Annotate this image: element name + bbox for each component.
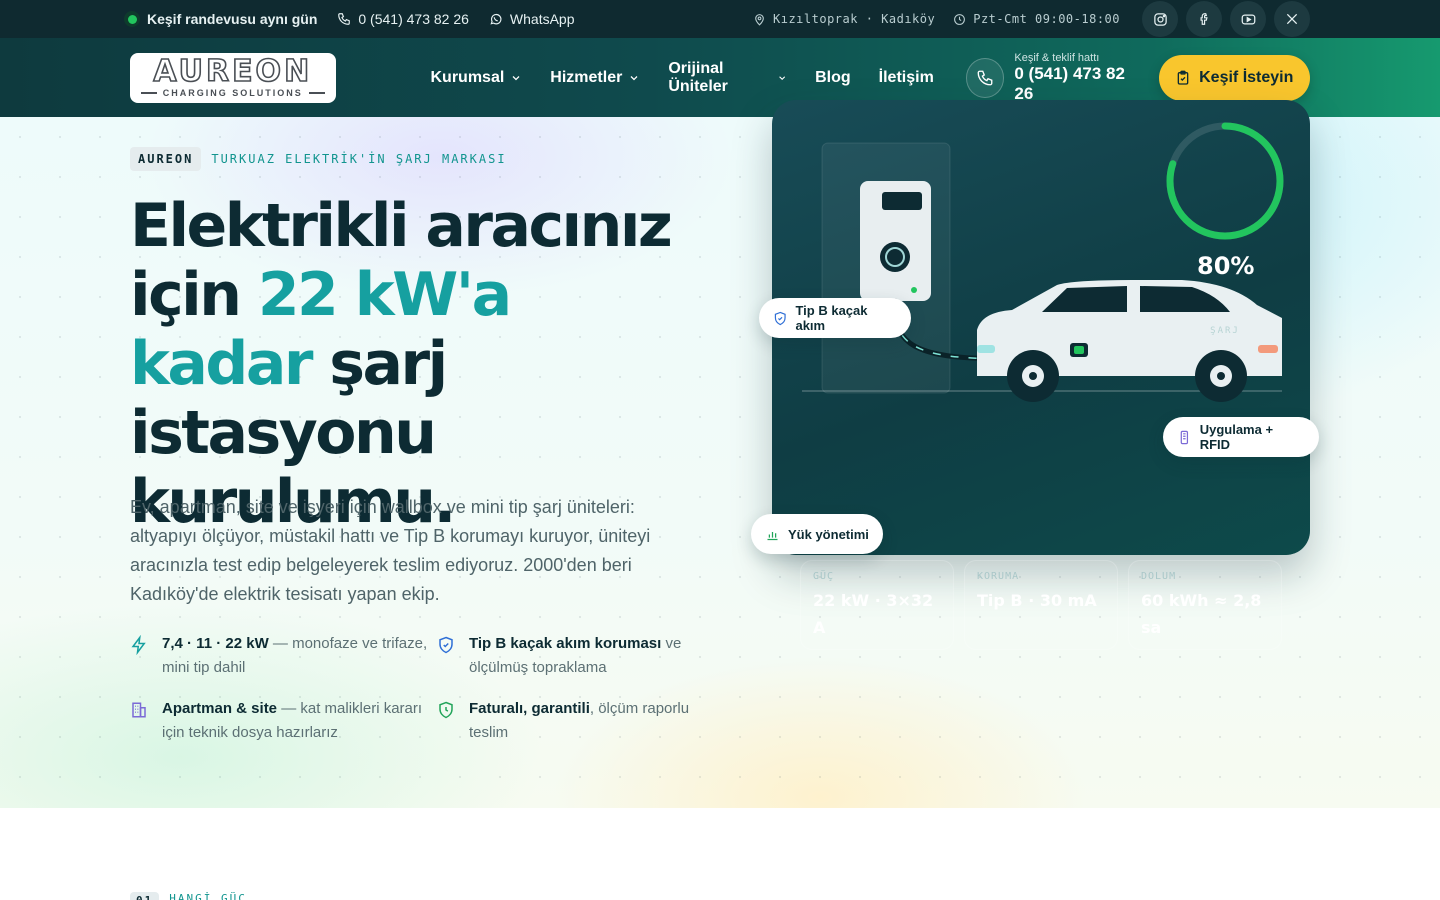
- feature-item: 7,4 · 11 · 22 kW — monofaze ve trifaze, …: [130, 632, 437, 680]
- main-nav: Kurumsal Hizmetler Orijinal Üniteler Blo…: [431, 60, 934, 96]
- top-bar: Keşif randevusu aynı gün 0 (541) 473 82 …: [0, 0, 1440, 38]
- feature-item: Tip B kaçak akım koruması ve ölçülmüş to…: [437, 632, 730, 680]
- nav-item-blog[interactable]: Blog: [815, 60, 851, 96]
- shield-clock-icon: [437, 697, 457, 745]
- feature-list: 7,4 · 11 · 22 kW — monofaze ve trifaze, …: [130, 632, 730, 745]
- nav-item-iletisim[interactable]: İletişim: [879, 60, 934, 96]
- clock-icon: [954, 13, 966, 25]
- header-phone-link[interactable]: Keşif & teklif hattı 0 (541) 473 82 26: [965, 51, 1144, 104]
- chevron-down-icon: [630, 75, 638, 80]
- availability-note: Keşif randevusu aynı gün: [124, 11, 317, 27]
- chevron-down-icon: [778, 75, 785, 80]
- feature-item: Faturalı, garantili, ölçüm raporlu tesli…: [437, 697, 730, 745]
- stat-protection: KORUMA Tip B · 30 mA: [964, 560, 1118, 650]
- location-pin-icon: [755, 13, 764, 26]
- feature-item: Apartman & site — kat malikleri kararı i…: [130, 697, 437, 745]
- status-dot-icon: [124, 11, 140, 27]
- shield-check-icon: [774, 311, 786, 325]
- hero-badge: AUREON TURKUAZ ELEKTRİK'İN ŞARJ MARKASI: [130, 147, 507, 171]
- youtube-icon[interactable]: [1230, 1, 1266, 37]
- charge-progress-ring: [1166, 122, 1284, 240]
- stat-charge-time: DOLUM 60 kWh ≈ 2,8 sa: [1128, 560, 1282, 650]
- facebook-icon[interactable]: [1186, 1, 1222, 37]
- shield-icon: [437, 632, 457, 680]
- hero-description: Ev, apartman, site ve işyeri için wallbo…: [130, 497, 651, 604]
- smartphone-icon: [1180, 430, 1189, 444]
- next-section-label: 01 HANGİ GÜÇ: [130, 892, 247, 900]
- spec-stats: GÜÇ 22 kW · 3×32 A KORUMA Tip B · 30 mA …: [800, 560, 1282, 650]
- building-icon: [130, 697, 150, 745]
- pill-tip-b: Tip B kaçak akım: [759, 298, 911, 338]
- phone-number: 0 (541) 473 82 26: [1014, 63, 1125, 103]
- wallbox-charger: [860, 181, 931, 301]
- pill-app-rfid: Uygulama + RFID: [1163, 417, 1319, 457]
- whatsapp-icon: [490, 13, 502, 25]
- bolt-icon: [130, 632, 150, 680]
- charge-label: ŞARJ: [1210, 326, 1240, 336]
- phone-icon: [965, 57, 1005, 98]
- phone-icon: [338, 13, 351, 25]
- x-icon[interactable]: [1274, 1, 1310, 37]
- nav-item-orijinal-uniteler[interactable]: Orijinal Üniteler: [668, 60, 787, 96]
- hero-title: Elektrikli aracınız için 22 kW'a kadar ş…: [130, 191, 673, 537]
- whatsapp-link[interactable]: WhatsApp: [489, 11, 575, 27]
- topbar-phone-link[interactable]: 0 (541) 473 82 26: [337, 11, 469, 27]
- charge-percent: 80%: [1197, 252, 1255, 280]
- chevron-down-icon: [512, 75, 520, 80]
- location-info: Kızıltoprak · Kadıköy: [753, 12, 935, 26]
- phone-caption: Keşif & teklif hattı: [1014, 51, 1100, 64]
- brand-logo[interactable]: AUREON CHARGING SOLUTIONS: [130, 52, 336, 103]
- pill-load-management: Yük yönetimi: [751, 514, 883, 554]
- car-illustration: [977, 280, 1282, 402]
- instagram-icon[interactable]: [1142, 1, 1178, 37]
- bar-chart-icon: [767, 531, 778, 540]
- hours-info: Pzt-Cmt 09:00-18:00: [953, 12, 1120, 26]
- stat-power: GÜÇ 22 kW · 3×32 A: [800, 560, 954, 650]
- nav-item-hizmetler[interactable]: Hizmetler: [550, 60, 640, 96]
- clipboard-check-icon: [1177, 70, 1189, 85]
- kesif-isteyin-button[interactable]: Keşif İsteyin: [1158, 54, 1310, 101]
- nav-item-kurumsal[interactable]: Kurumsal: [431, 60, 523, 96]
